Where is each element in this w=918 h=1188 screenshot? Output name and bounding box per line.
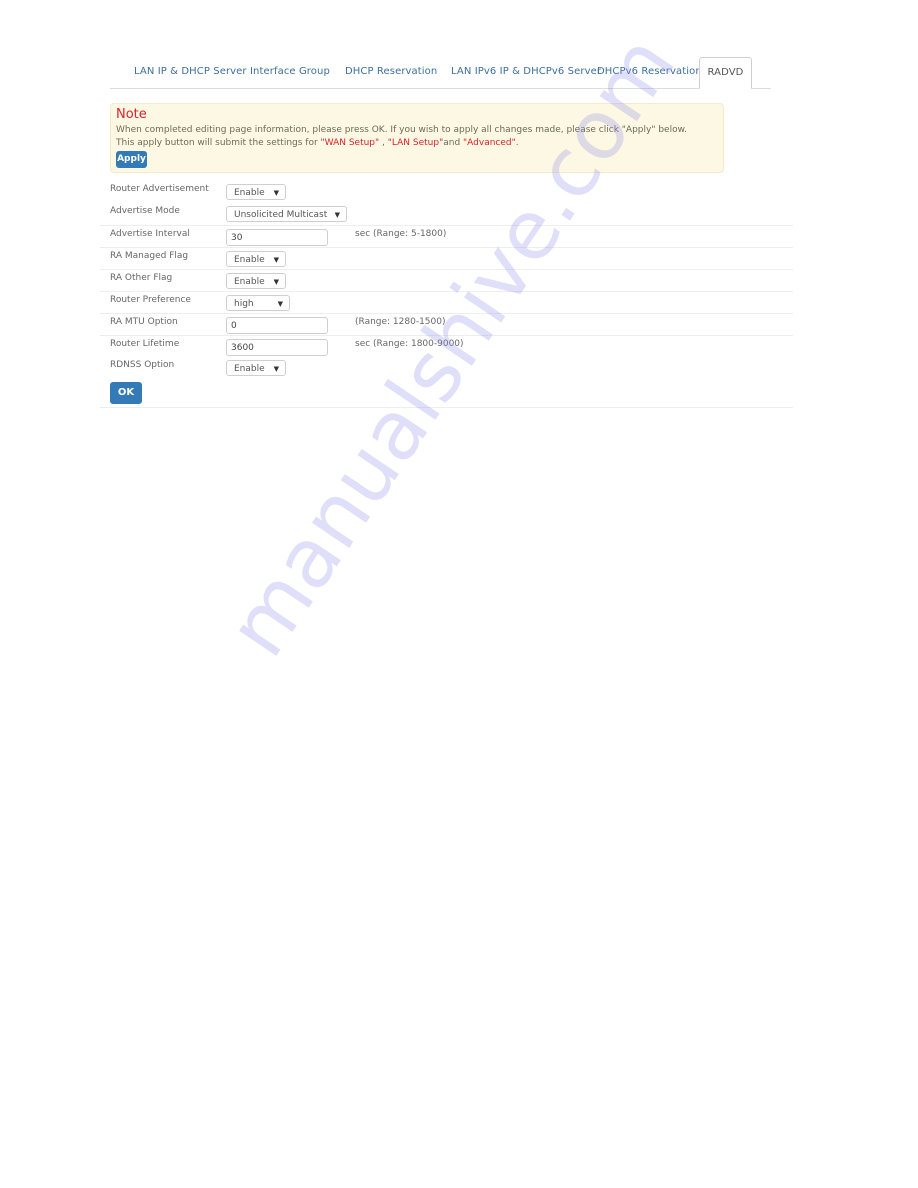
chevron-down-icon: ▼ [334,211,340,219]
note-and: and [443,138,464,148]
note-line-1: When completed editing page information,… [116,125,687,135]
ra-other-flag-value: Enable [234,277,265,287]
tab-lan-ipv6-dhcpv6-server[interactable]: LAN IPv6 IP & DHCPv6 Server [451,58,601,87]
tab-dhcp-reservation[interactable]: DHCP Reservation [345,58,437,87]
tab-bar: LAN IP & DHCP Server Interface Group DHC… [110,57,771,89]
row-ra-other-flag: RA Other Flag Enable ▼ [100,269,793,292]
router-lifetime-label: Router Lifetime [110,339,180,349]
rdnss-option-value: Enable [234,364,265,374]
advanced-text: "Advanced" [463,138,516,148]
router-preference-value: high [234,299,254,309]
note-title: Note [116,107,147,122]
ra-other-flag-select[interactable]: Enable ▼ [226,273,286,289]
chevron-down-icon: ▼ [273,278,279,286]
row-advertise-interval: Advertise Interval 30 sec (Range: 5-1800… [100,225,793,248]
advertise-interval-input[interactable]: 30 [226,229,328,246]
rdnss-option-label: RDNSS Option [110,360,175,370]
tab-radvd[interactable]: RADVD [699,57,752,89]
note-panel: Note When completed editing page informa… [110,103,724,173]
advertise-mode-label: Advertise Mode [110,206,180,216]
chevron-down-icon: ▼ [273,365,279,373]
router-lifetime-input[interactable]: 3600 [226,339,328,356]
advertise-interval-hint: sec (Range: 5-1800) [355,229,447,239]
row-rdnss-option: RDNSS Option Enable ▼ [100,357,793,379]
tab-interface-group[interactable]: Interface Group [250,58,330,87]
row-advertise-mode: Advertise Mode Unsolicited Multicast ▼ [100,203,793,225]
tab-dhcpv6-reservation[interactable]: DHCPv6 Reservation [597,58,702,87]
divider [100,407,793,408]
rdnss-option-select[interactable]: Enable ▼ [226,360,286,376]
row-ra-managed-flag: RA Managed Flag Enable ▼ [100,247,793,270]
ra-managed-flag-label: RA Managed Flag [110,251,189,261]
chevron-down-icon: ▼ [273,189,279,197]
router-advertisement-label: Router Advertisement [110,184,209,194]
note-line-2: This apply button will submit the settin… [116,138,519,148]
row-router-lifetime: Router Lifetime 3600 sec (Range: 1800-90… [100,335,793,358]
row-router-preference: Router Preference high ▼ [100,291,793,314]
router-preference-label: Router Preference [110,295,191,305]
note-period: . [515,138,519,148]
apply-button[interactable]: Apply [116,151,147,168]
advertise-interval-label: Advertise Interval [110,229,190,239]
tab-lan-ip-dhcp-server[interactable]: LAN IP & DHCP Server [134,58,247,87]
advertise-mode-value: Unsolicited Multicast [234,210,328,220]
ra-managed-flag-select[interactable]: Enable ▼ [226,251,286,267]
router-advertisement-select[interactable]: Enable ▼ [226,184,286,200]
lan-setup-text: "LAN Setup" [387,138,444,148]
ok-button[interactable]: OK [110,382,142,404]
ra-mtu-option-label: RA MTU Option [110,317,178,327]
chevron-down-icon: ▼ [273,256,279,264]
ra-managed-flag-value: Enable [234,255,265,265]
ra-other-flag-label: RA Other Flag [110,273,173,283]
row-router-advertisement: Router Advertisement Enable ▼ [100,181,793,203]
router-preference-select[interactable]: high ▼ [226,295,290,311]
wan-setup-text: "WAN Setup" [320,138,380,148]
note-sep: , [379,138,388,148]
note-line-2-prefix: This apply button will submit the settin… [116,138,321,148]
ra-mtu-option-hint: (Range: 1280-1500) [355,317,446,327]
router-lifetime-hint: sec (Range: 1800-9000) [355,339,464,349]
ra-mtu-option-input[interactable]: 0 [226,317,328,334]
advertise-mode-select[interactable]: Unsolicited Multicast ▼ [226,206,347,222]
router-advertisement-value: Enable [234,188,265,198]
row-ra-mtu-option: RA MTU Option 0 (Range: 1280-1500) [100,313,793,336]
chevron-down-icon: ▼ [277,300,283,308]
